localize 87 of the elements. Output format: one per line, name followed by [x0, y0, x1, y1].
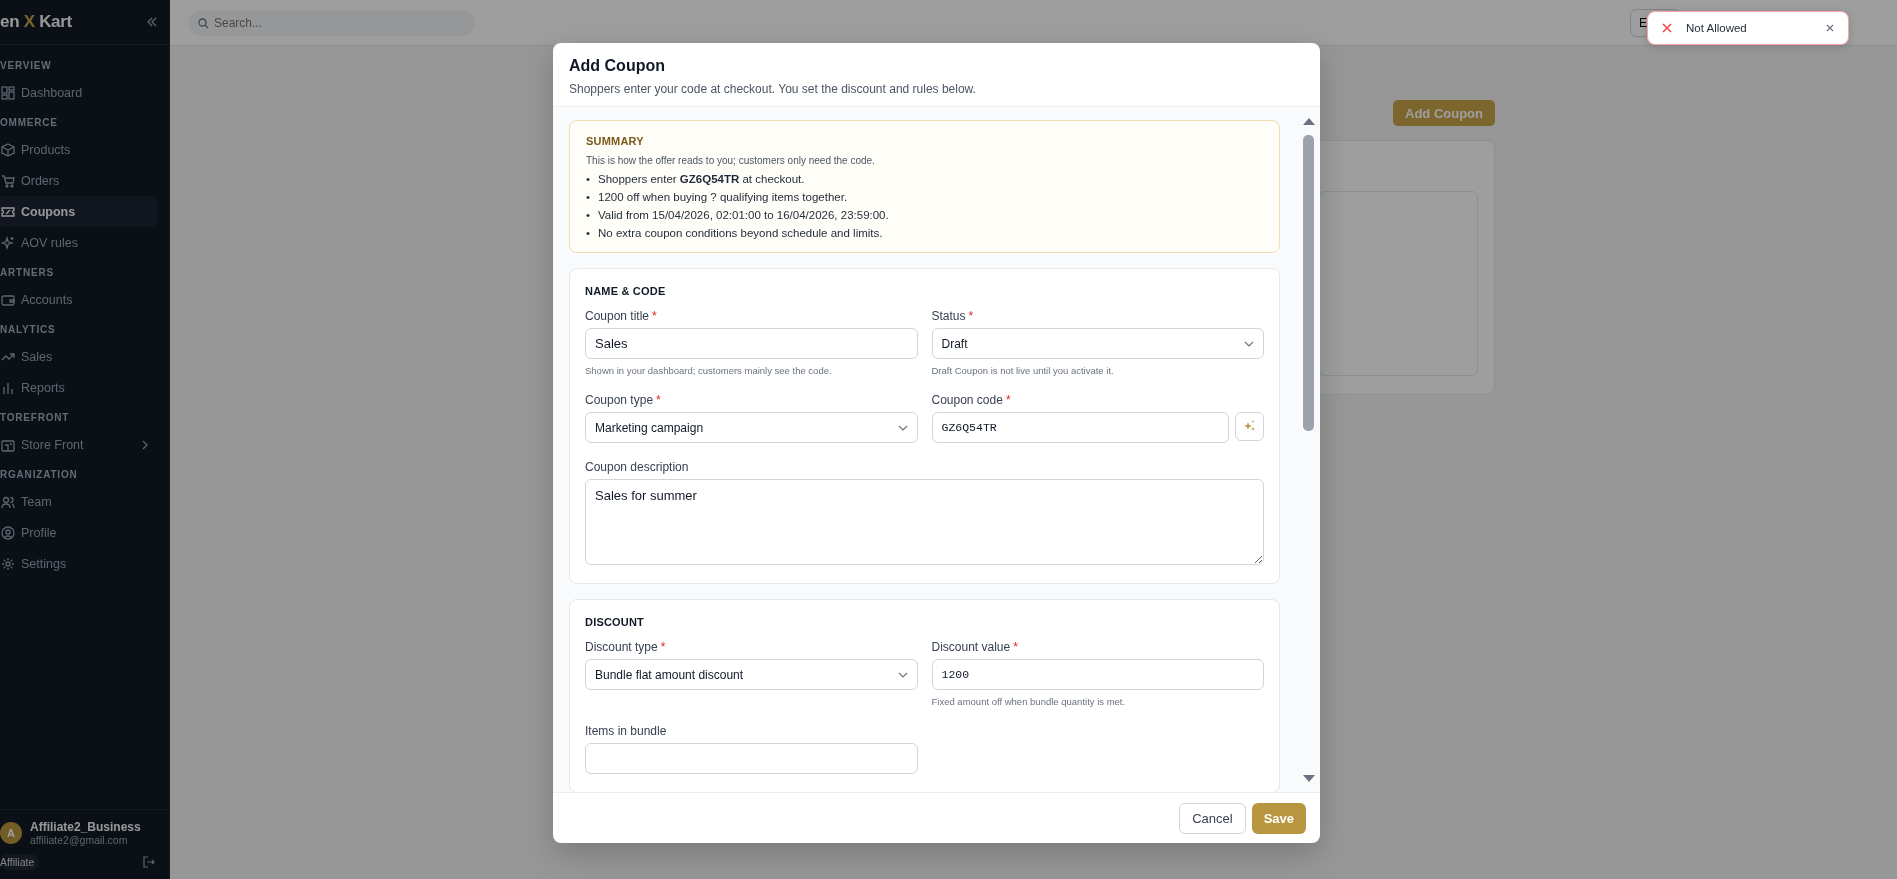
save-button[interactable]: Save — [1251, 802, 1306, 834]
required-mark: * — [968, 309, 974, 323]
sparkle-icon — [1, 235, 15, 250]
summary-item: Shoppers enter GZ6Q54TR at checkout. — [598, 172, 805, 187]
sidebar-item[interactable]: Profile — [0, 517, 158, 548]
search-field[interactable]: Search... — [188, 9, 475, 36]
section-heading: NAME & CODE — [585, 285, 667, 297]
role-badge: Affiliate — [0, 854, 40, 870]
section-heading: NALYTICS — [0, 323, 57, 337]
input-field[interactable]: 1200 — [931, 659, 1264, 690]
sidebar-item[interactable]: Products — [0, 134, 158, 165]
dialog-title: Add Coupon — [569, 57, 666, 75]
required-mark: * — [660, 640, 666, 654]
sidebar-item[interactable]: Accounts — [0, 284, 158, 315]
input-field[interactable] — [585, 743, 918, 774]
field-label: Coupon code — [931, 393, 1003, 407]
sidebar-item[interactable]: Reports — [0, 372, 158, 403]
wallet-icon — [1, 292, 15, 307]
field-label: Status — [931, 309, 966, 323]
field-label: Items in bundle — [585, 724, 667, 738]
chevron-down-icon — [897, 671, 908, 678]
section-heading: ARTNERS — [0, 266, 55, 280]
field-label: Coupon title — [585, 309, 650, 323]
toast-message: Not Allowed — [1686, 22, 1748, 34]
box-icon — [1, 142, 15, 157]
sidebar-item[interactable]: Dashboard — [0, 77, 158, 108]
summary-item: Valid from 15/04/2026, 02:01:00 to 16/04/2026, 23:59:00. — [598, 208, 889, 223]
chevron-down-icon — [1244, 340, 1254, 347]
text-area[interactable]: Sales for summer — [585, 479, 1264, 565]
summary-item: 1200 off when buying ? qualifying items together. — [598, 190, 848, 205]
field-label: Coupon type — [585, 393, 654, 407]
bullet: • — [586, 172, 592, 187]
sidebar-item[interactable]: Coupons — [0, 196, 158, 227]
section-heading: RGANIZATION — [0, 468, 79, 482]
required-mark: * — [1013, 640, 1018, 654]
dialog-subtitle: Shoppers enter your code at checkout. You set the discount and rules below. — [569, 82, 977, 96]
field-hint: Shown in your dashboard; customers mainly see the code. — [585, 365, 833, 376]
cart-icon — [1, 173, 15, 188]
summary-item: No extra coupon conditions beyond schedule and limits. — [598, 226, 883, 241]
logout-icon[interactable] — [143, 856, 155, 868]
sidebar-item[interactable]: AOV rules — [0, 227, 158, 258]
field-label: Coupon description — [585, 460, 689, 474]
field-hint: Fixed amount off when bundle quantity is met. — [931, 696, 1127, 707]
field-label: Discount type — [585, 640, 658, 654]
people-icon — [1, 494, 15, 509]
input-field[interactable]: GZ6Q54TR — [931, 412, 1229, 443]
sparkle-icon — [1243, 420, 1256, 433]
error-icon — [1662, 23, 1672, 33]
section-heading: TOREFRONT — [0, 411, 71, 425]
input-field[interactable]: Sales — [585, 328, 918, 359]
field-hint: Draft Coupon is not live until you activate it. — [931, 365, 1115, 376]
logo: en X Kart — [0, 12, 72, 32]
required-mark: * — [1005, 393, 1011, 407]
sidebar-item[interactable]: Sales — [0, 341, 158, 372]
store-icon — [1, 437, 15, 452]
ticket-icon — [1, 204, 15, 219]
field-label: Discount value — [931, 640, 1011, 654]
user-email: affiliate2@gmail.com — [30, 834, 129, 846]
collapse-icon[interactable] — [147, 17, 157, 27]
chevron-down-icon — [897, 424, 908, 431]
bullet: • — [586, 190, 592, 205]
user-name: Affiliate2_Business — [30, 820, 141, 834]
sidebar-item[interactable]: Settings — [0, 548, 158, 579]
close-icon[interactable] — [1826, 24, 1834, 32]
bullet: • — [586, 208, 592, 223]
cancel-button[interactable]: Cancel — [1179, 802, 1246, 834]
add-coupon-button[interactable]: Add Coupon — [1393, 100, 1495, 126]
settings-icon — [1, 556, 15, 571]
section-heading: DISCOUNT — [585, 616, 646, 628]
grid-icon — [1, 85, 15, 100]
sidebar-item[interactable]: Store Front — [0, 429, 158, 460]
generate-button[interactable] — [1235, 412, 1264, 441]
section-heading: VERVIEW — [0, 59, 53, 73]
summary-heading: SUMMARY — [586, 135, 645, 147]
dropdown[interactable]: Draft — [931, 328, 1264, 359]
bar-chart-icon — [1, 380, 15, 395]
sidebar-item[interactable]: Orders — [0, 165, 158, 196]
dropdown[interactable]: Bundle flat amount discount — [585, 659, 918, 690]
bullet: • — [586, 226, 592, 241]
required-mark: * — [656, 393, 661, 407]
required-mark: * — [652, 309, 657, 323]
avatar: A — [0, 822, 22, 844]
sidebar-item[interactable]: Team — [0, 486, 158, 517]
person-icon — [1, 525, 15, 540]
dropdown[interactable]: Marketing campaign — [585, 412, 918, 443]
section-heading: OMMERCE — [0, 116, 59, 130]
summary-intro: This is how the offer reads to you; customers only need the code. — [586, 155, 876, 166]
